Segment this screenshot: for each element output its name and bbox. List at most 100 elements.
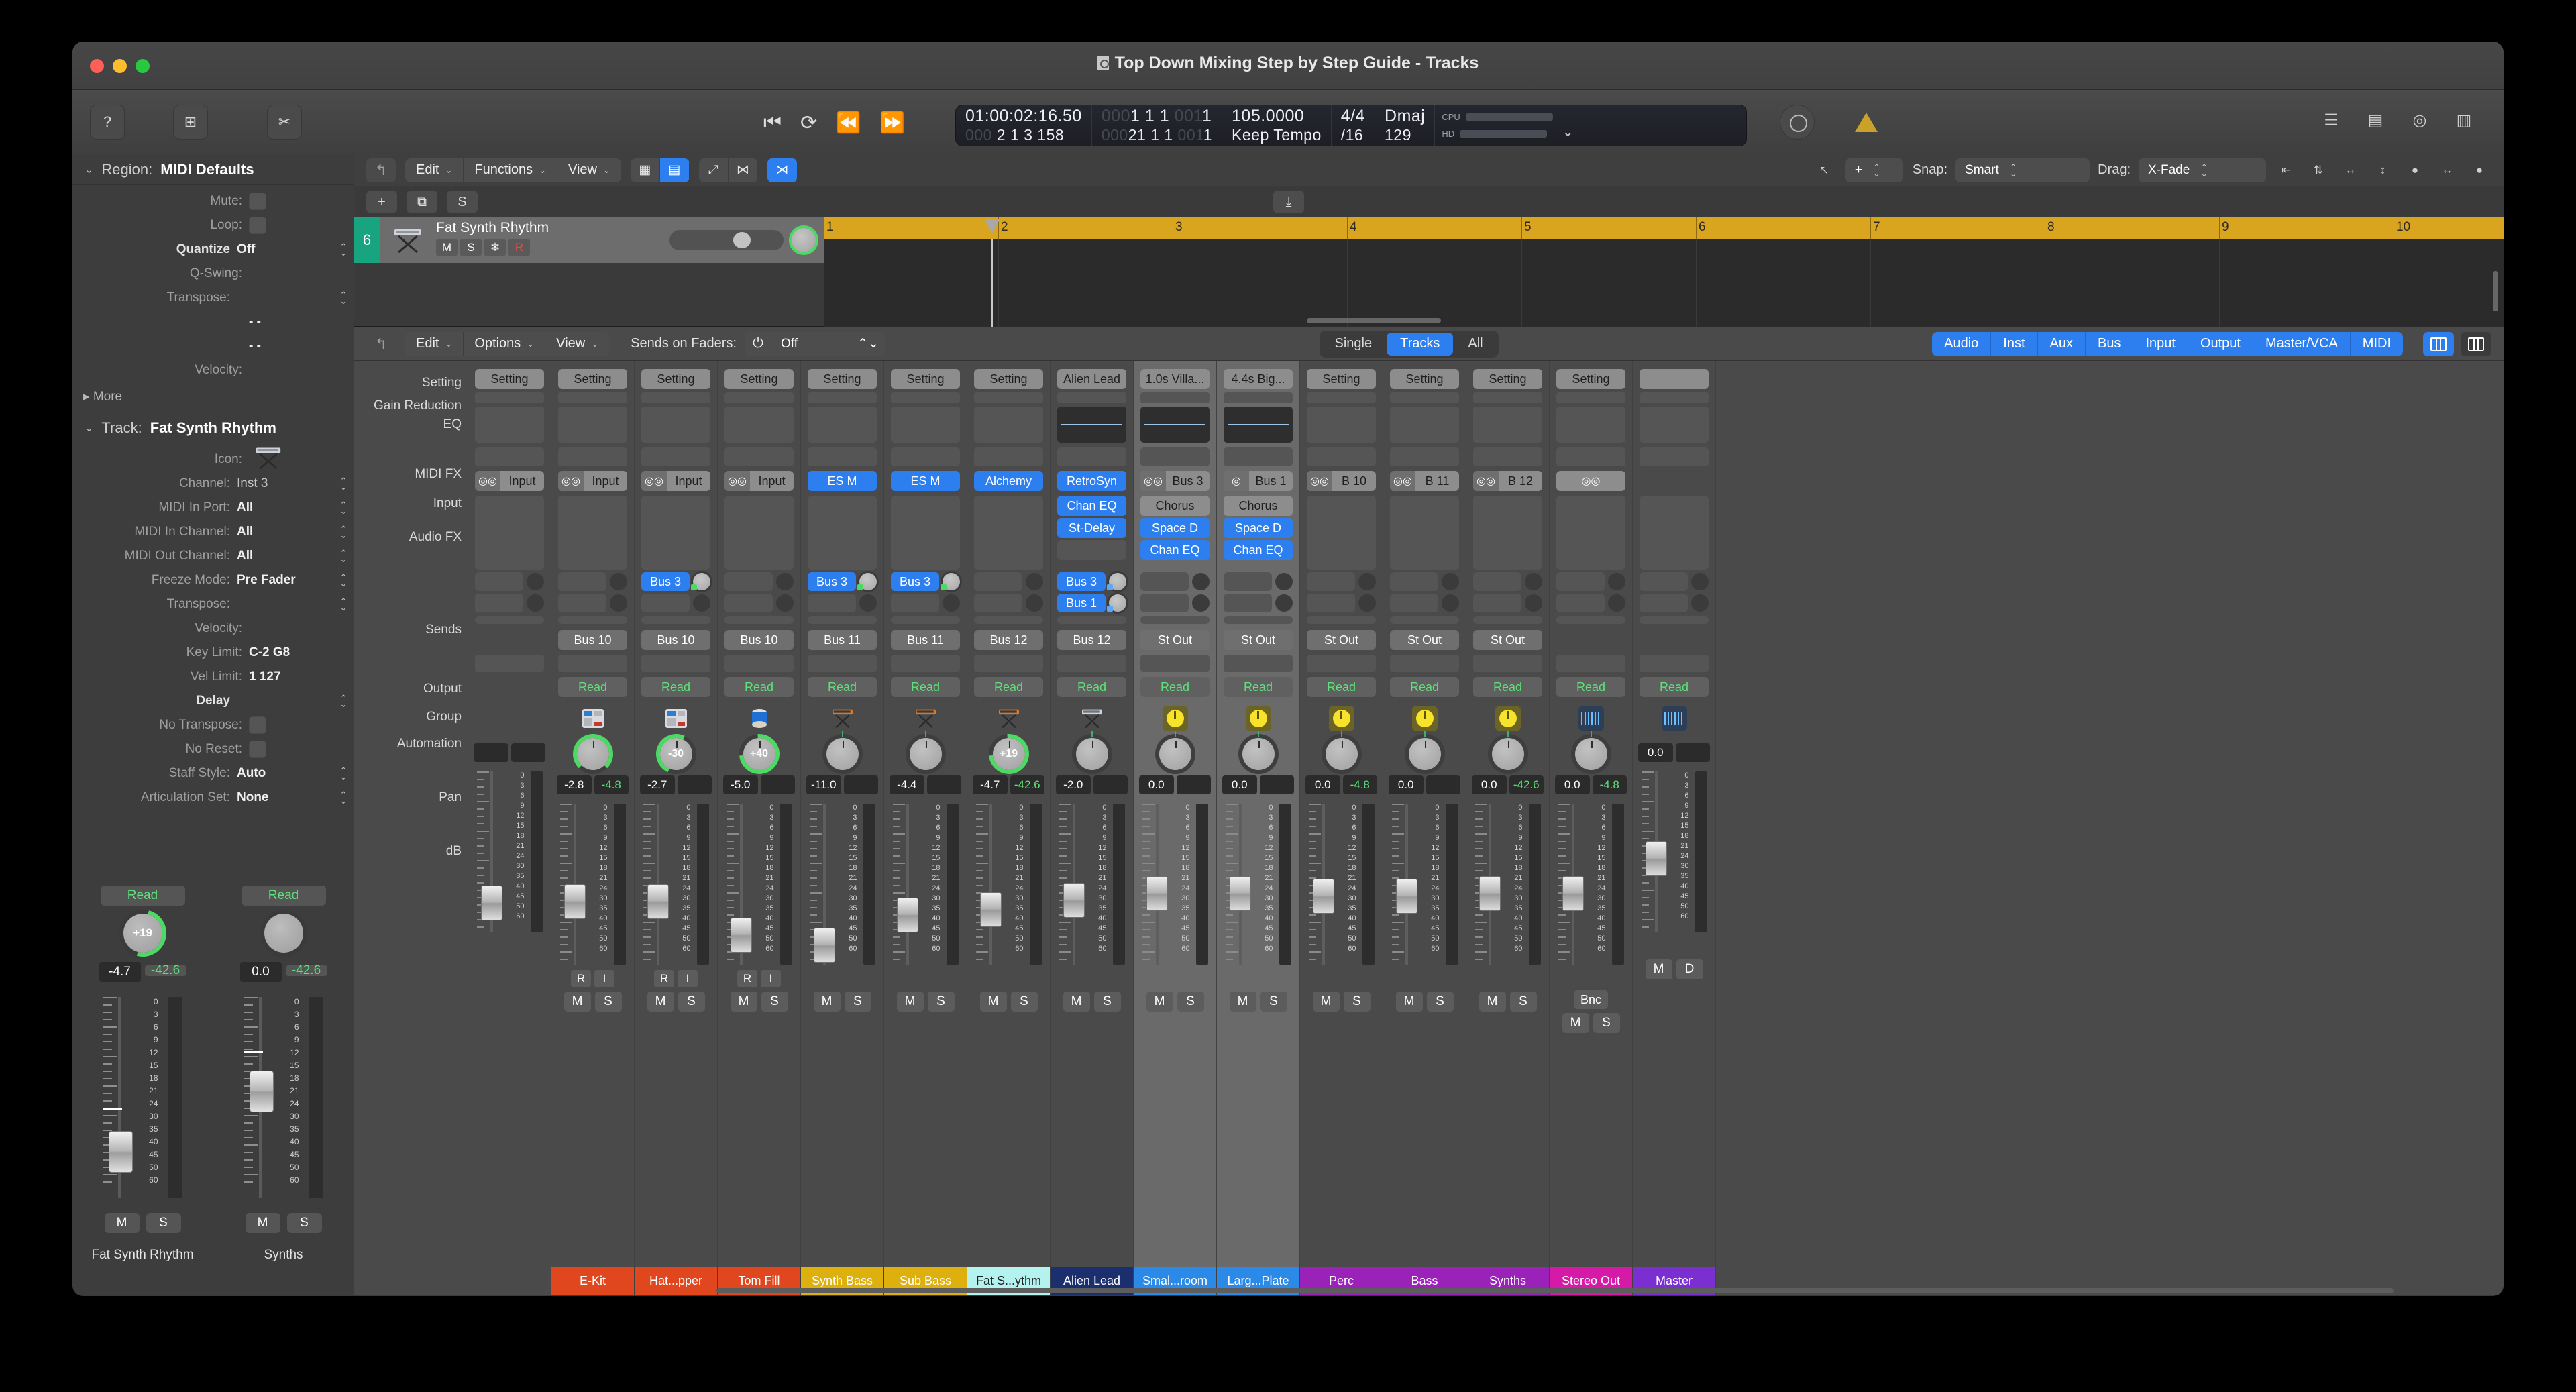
midi-fx-slot[interactable] [974,447,1043,466]
channel-setting-button[interactable]: Setting [1390,369,1459,389]
channel-setting-button[interactable]: Setting [808,369,877,389]
send-destination-empty[interactable] [1140,594,1189,612]
eq-thumbnail[interactable] [1140,407,1210,443]
region-checkbox[interactable] [249,193,266,210]
automation-mode-button[interactable]: Read [1640,677,1709,697]
channel-setting-button[interactable]: Setting [724,369,794,389]
input-monitor-button[interactable]: I [761,970,781,987]
audio-fx-empty-area[interactable] [808,496,877,570]
mixer-channel-strip[interactable]: Setting◎◎B 10St OutRead0.0-4.80369121518… [1300,361,1383,1295]
send-destination-empty[interactable] [724,594,773,612]
output-slot[interactable]: Bus 12 [974,630,1043,650]
send-slot-extra[interactable] [1640,616,1709,624]
send-slot-extra[interactable] [808,616,877,624]
audio-fx-slot[interactable]: Chorus [1224,496,1293,516]
solo-button[interactable]: S [1427,992,1454,1012]
send-destination-empty[interactable] [891,594,939,612]
mixer-channel-strip[interactable]: Alien LeadRetroSynChan EQSt-DelayBus 3Bu… [1051,361,1134,1295]
channel-filter-audio[interactable]: Audio [1932,332,1991,356]
pan-knob[interactable]: +19 [993,738,1025,770]
eq-thumbnail[interactable] [1473,407,1542,443]
zoom-in-icon[interactable]: ● [2467,160,2491,181]
send-level-knob-empty[interactable] [1026,594,1043,612]
automation-mode-button[interactable]: Read [1473,677,1542,697]
channel-filter-input[interactable]: Input [2133,332,2188,356]
send-destination[interactable]: Bus 3 [808,572,856,591]
output-slot[interactable]: Bus 10 [641,630,710,650]
send-row[interactable]: Bus 3 [1057,572,1126,591]
scissors-tool-button[interactable]: ✂ [267,105,302,140]
instrument-slot[interactable]: Alchemy [974,471,1043,491]
send-level-knob-empty[interactable] [1608,594,1625,612]
volume-fader[interactable] [727,804,755,965]
mixer-channel-strip[interactable]: SettingES MBus 3Bus 11Read-11.0036912151… [801,361,884,1295]
send-destination-empty[interactable] [1390,572,1438,591]
mixer-scope-control[interactable]: SingleTracksAll [1320,331,1499,358]
send-row-empty[interactable] [1140,572,1210,591]
mute-button[interactable]: M [731,992,757,1012]
chevron-updown-icon[interactable]: ⌃⌄ [337,767,350,780]
track-solo-button[interactable]: S [460,239,482,256]
send-row-empty[interactable] [1307,572,1376,591]
send-level-knob-empty[interactable] [776,573,794,590]
track-freeze-icon[interactable]: ❄ [484,239,506,256]
midi-fx-slot[interactable] [1640,447,1709,466]
midi-fx-slot[interactable] [558,447,627,466]
send-slot-extra[interactable] [1224,616,1293,624]
volume-value[interactable]: -2.0 [1056,775,1091,794]
tool-selector[interactable]: +⌃⌄ [1845,158,1903,182]
automation-mode-button[interactable]: Read [808,677,877,697]
volume-value[interactable]: -5.0 [723,775,758,794]
volume-fader[interactable] [1475,804,1503,965]
mute-solo-row[interactable]: MS [801,992,883,1012]
peak-value[interactable] [761,775,796,794]
automation-icon[interactable]: ⤢ [699,158,729,182]
track-record-button[interactable]: R [508,239,530,256]
volume-fader[interactable] [244,997,275,1198]
audio-fx-empty-area[interactable] [1473,496,1542,570]
peak-value[interactable] [1676,743,1711,762]
region-inspector-header[interactable]: ⌄ Region: MIDI Defaults [72,154,354,185]
audio-fx-empty-area[interactable] [974,496,1043,570]
forward-button[interactable]: ⏩ [880,111,905,135]
mixer-channel-strip[interactable]: 1.0s Villa...◎◎Bus 3ChorusSpace DChan EQ… [1134,361,1217,1295]
channel-filter-midi[interactable]: MIDI [2351,332,2403,356]
input-slot[interactable]: ◎◎Input [641,471,710,491]
send-row[interactable]: Bus 1 [1057,594,1126,612]
slider-icon[interactable]: ● [2403,160,2427,181]
mixer-channel-strip[interactable]: 4.4s Big...◎Bus 1ChorusSpace DChan EQSt … [1217,361,1300,1295]
chevron-updown-icon[interactable]: ⌃⌄ [337,502,350,514]
input-slot[interactable]: ◎◎Input [724,471,794,491]
region-row-value[interactable]: Off [237,242,337,257]
channel-icon[interactable] [1134,703,1216,734]
mute-solo-row[interactable]: MS [213,1213,354,1233]
input-monitor-button[interactable]: I [678,970,698,987]
mute-solo-row[interactable]: MS [1051,992,1133,1012]
send-level-knob-empty[interactable] [1525,594,1542,612]
output-slot[interactable]: St Out [1224,630,1293,650]
send-row-empty[interactable] [1390,594,1459,612]
track-row-value[interactable]: Inst 3 [237,476,337,491]
group-slot[interactable] [1140,655,1210,672]
mute-solo-row[interactable]: MS [718,992,800,1012]
solo-button[interactable]: S [146,1213,181,1233]
mute-button[interactable]: M [980,992,1007,1012]
send-level-knob-empty[interactable] [1192,573,1210,590]
midi-fx-slot[interactable] [641,447,710,466]
send-level-knob[interactable] [693,573,710,590]
midi-fx-slot[interactable] [724,447,794,466]
send-slot-extra[interactable] [1556,616,1625,624]
send-destination-empty[interactable] [974,594,1022,612]
lcd-bars[interactable]: 0001 1 1 0011 00021 1 1 0011 [1092,105,1222,146]
peak-value[interactable]: -4.8 [1343,775,1378,794]
volume-fader[interactable] [1309,804,1337,965]
send-row[interactable]: Bus 3 [808,572,877,591]
send-destination-empty[interactable] [1556,572,1605,591]
volume-value[interactable]: -4.4 [890,775,924,794]
mixer-menu-view[interactable]: View⌄ [545,332,609,356]
channel-filter-master-vca[interactable]: Master/VCA [2253,332,2351,356]
track-row-value[interactable]: All [237,525,337,539]
mute-solo-row[interactable]: MS [635,992,717,1012]
chevron-down-icon[interactable]: ⌄ [85,163,93,176]
solo-button[interactable]: S [595,992,622,1012]
